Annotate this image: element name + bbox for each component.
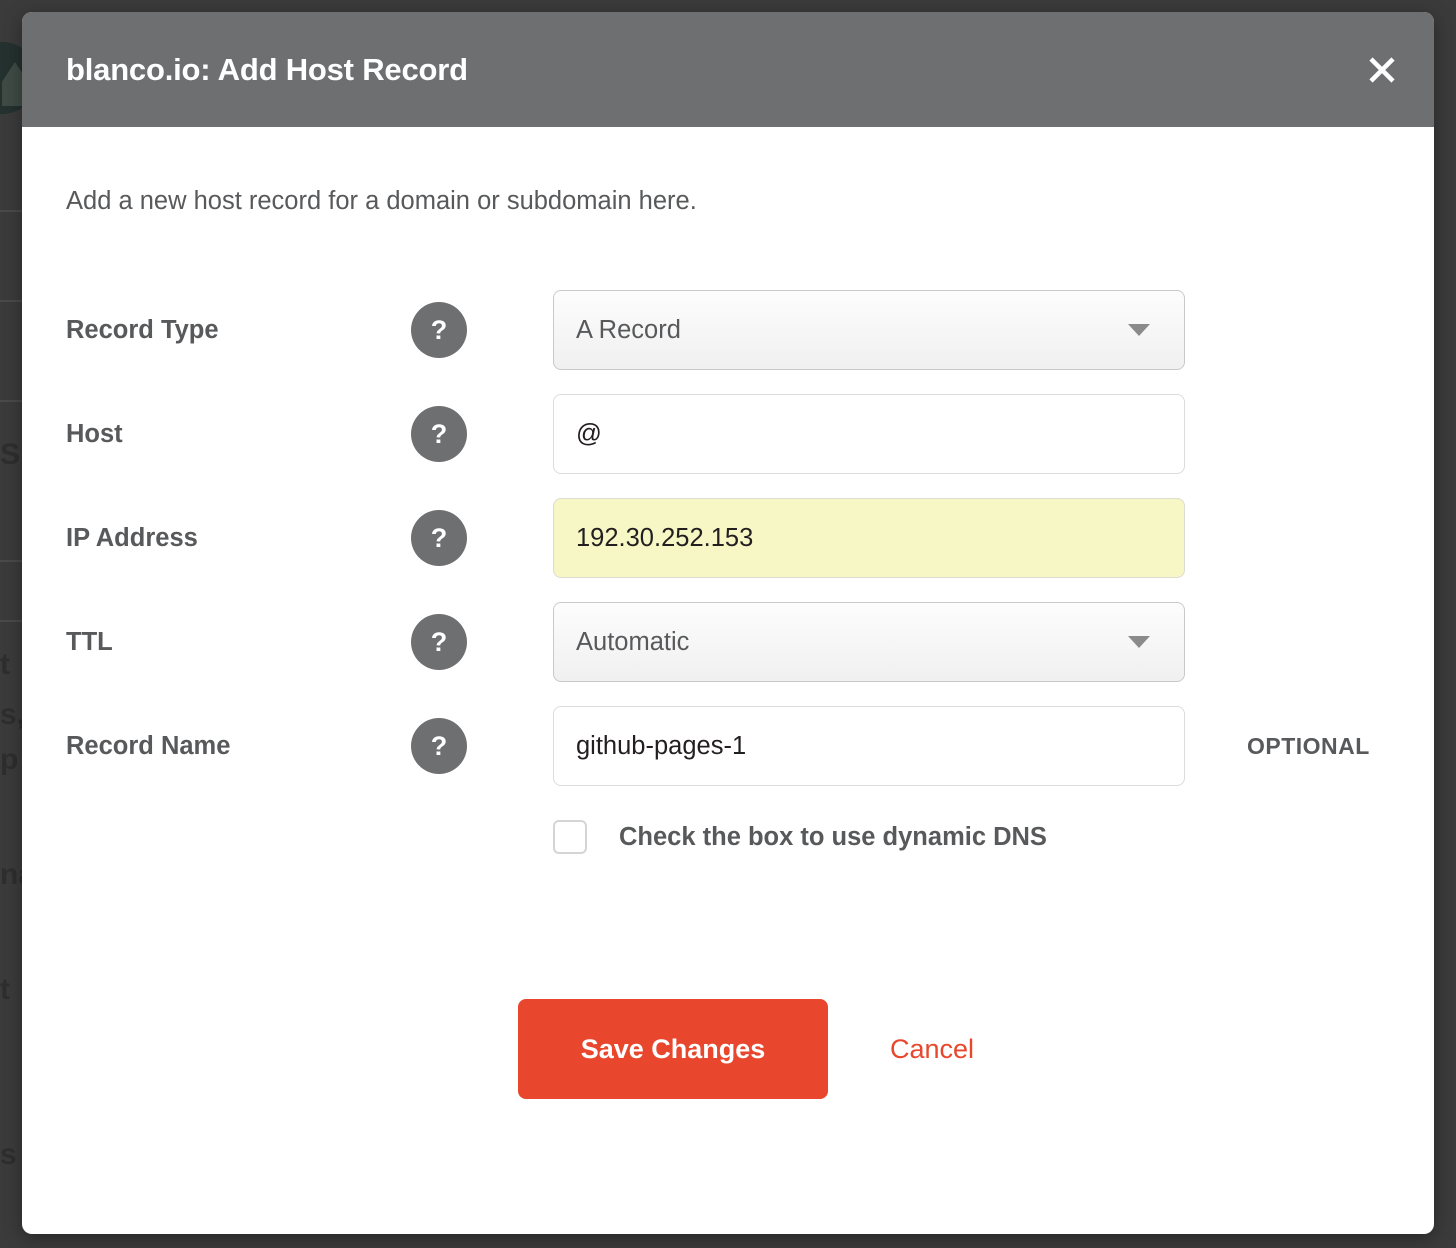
close-icon[interactable] (1360, 48, 1404, 92)
record-type-select[interactable]: A Record (553, 290, 1185, 370)
chevron-down-icon (1128, 324, 1150, 336)
optional-badge: OPTIONAL (1247, 732, 1370, 759)
backdrop-text-fragment: s, (0, 700, 24, 730)
backdrop-text-fragment: S (0, 440, 21, 470)
backdrop-text-fragment: p (0, 745, 19, 775)
chevron-down-icon (1128, 636, 1150, 648)
ip-address-input[interactable] (553, 498, 1185, 578)
add-host-record-dialog: blanco.io: Add Host Record Add a new hos… (22, 12, 1434, 1234)
dialog-body: Add a new host record for a domain or su… (22, 127, 1434, 1099)
backdrop-text-fragment: s (0, 1140, 17, 1170)
help-icon-record-name[interactable]: ? (411, 718, 467, 774)
dialog-title: blanco.io: Add Host Record (66, 51, 468, 87)
ttl-select[interactable]: Automatic (553, 602, 1185, 682)
label-ttl: TTL (66, 627, 113, 656)
host-input[interactable] (553, 394, 1185, 474)
dialog-actions: Save Changes Cancel (518, 999, 1390, 1099)
record-name-input[interactable] (553, 706, 1185, 786)
label-record-type: Record Type (66, 315, 219, 344)
field-record-type: A Record (553, 290, 1185, 370)
field-record-name (553, 706, 1185, 786)
form-row-host: Host ? (66, 394, 1390, 474)
backdrop-text-fragment: na (0, 860, 24, 890)
dialog-description: Add a new host record for a domain or su… (66, 187, 697, 215)
form-row-record-type: Record Type ? A Record (66, 290, 1390, 370)
dialog-header: blanco.io: Add Host Record (22, 12, 1434, 127)
help-icon-ttl[interactable]: ? (411, 614, 467, 670)
help-icon-ip-address[interactable]: ? (411, 510, 467, 566)
form-row-record-name: Record Name ? OPTIONAL (66, 706, 1390, 786)
field-ip-address (553, 498, 1185, 578)
cancel-button[interactable]: Cancel (890, 1034, 974, 1065)
form-row-ttl: TTL ? Automatic (66, 602, 1390, 682)
dynamic-dns-label[interactable]: Check the box to use dynamic DNS (619, 823, 1047, 852)
help-icon-host[interactable]: ? (411, 406, 467, 462)
field-ttl: Automatic (553, 602, 1185, 682)
label-host: Host (66, 419, 123, 448)
backdrop-text-fragment: t (0, 975, 10, 1005)
label-ip-address: IP Address (66, 523, 198, 552)
help-icon-record-type[interactable]: ? (411, 302, 467, 358)
save-changes-button[interactable]: Save Changes (518, 999, 828, 1099)
form-row-ip-address: IP Address ? (66, 498, 1390, 578)
label-record-name: Record Name (66, 731, 231, 760)
field-host (553, 394, 1185, 474)
backdrop-text-fragment: t (0, 650, 10, 680)
ttl-value: Automatic (576, 627, 690, 656)
dynamic-dns-row: Check the box to use dynamic DNS (553, 820, 1390, 854)
record-type-value: A Record (576, 315, 681, 344)
dynamic-dns-checkbox[interactable] (553, 820, 587, 854)
